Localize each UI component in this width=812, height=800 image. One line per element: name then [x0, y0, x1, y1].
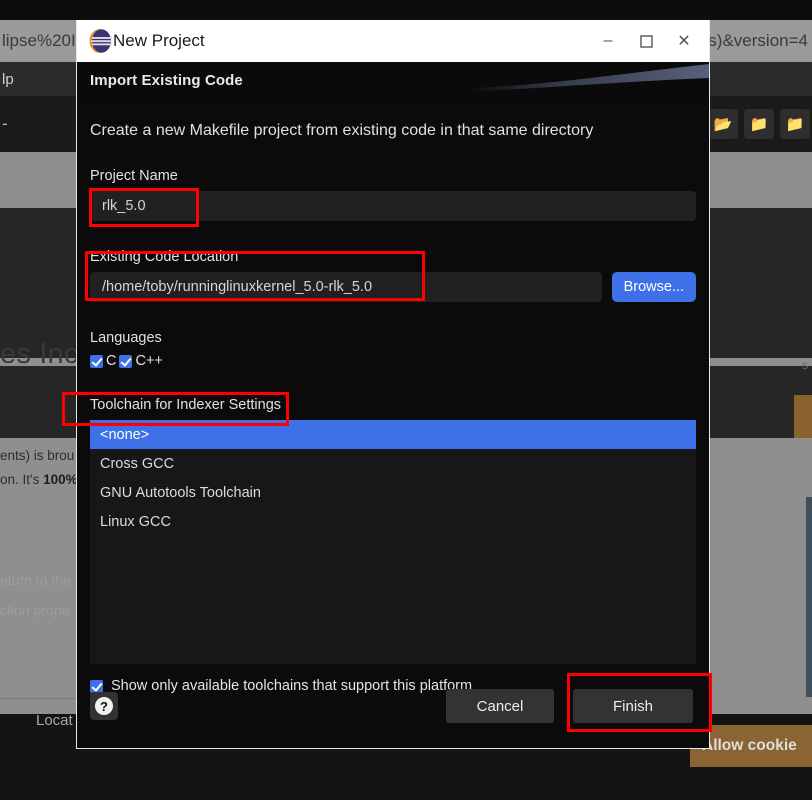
url-bar-text-left: lipse%20ID [2, 31, 88, 50]
eclipse-logo-icon [87, 28, 113, 54]
open-folder-green-icon[interactable]: 📂 [708, 109, 738, 139]
checkbox-c-icon[interactable] [90, 354, 103, 368]
toolchain-item-none[interactable]: <none> [90, 420, 696, 449]
language-option-cpp[interactable]: C++ [119, 353, 163, 369]
new-project-dialog: New Project – ✕ Import Existing Code Cre… [76, 20, 710, 749]
checkbox-cpp-icon[interactable] [119, 354, 133, 368]
maximize-icon[interactable] [627, 20, 665, 62]
toolchain-item-linux-gcc[interactable]: Linux GCC [90, 507, 696, 536]
folder-icon[interactable]: 📁 [780, 109, 810, 139]
page-right-label: s [802, 358, 808, 372]
existing-code-location-row: /home/toby/runninglinuxkernel_5.0-rlk_5.… [90, 272, 696, 302]
page-blue-edge-accent [806, 497, 812, 697]
languages-label: Languages [90, 330, 162, 346]
banner-swoosh-decoration [469, 64, 709, 92]
help-icon: ? [95, 697, 113, 715]
dialog-subtitle: Create a new Makefile project from exist… [90, 122, 594, 139]
status-bar-location-text: Locat [36, 712, 73, 729]
finish-button[interactable]: Finish [573, 689, 693, 723]
screen: lipse%20ID ts)&version=4 lp - 🚗 ▾ 📂 📁 📁 [0, 0, 812, 800]
project-name-label: Project Name [90, 168, 178, 184]
dialog-title-bar[interactable]: New Project – ✕ [77, 20, 709, 62]
existing-code-location-label: Existing Code Location [90, 249, 239, 265]
help-button[interactable]: ? [90, 692, 118, 720]
page-dark-text-line-2: ction prope [0, 602, 70, 618]
page-paragraph-line-2: on. It's 100% [0, 472, 78, 487]
page-paragraph-line-1: ents) is brou [0, 448, 75, 463]
window-controls: – ✕ [589, 20, 703, 62]
page-dark-text-line-1: eturn to the [0, 572, 71, 588]
toolbar-left-text: - [2, 114, 8, 133]
language-cpp-label: C++ [135, 353, 163, 369]
banner-title: Import Existing Code [90, 72, 243, 89]
toolchain-label: Toolchain for Indexer Settings [90, 397, 282, 413]
toolchain-listbox[interactable]: <none> Cross GCC GNU Autotools Toolchain… [90, 420, 696, 664]
page-paragraph-line-2-bold: 100% [43, 472, 78, 487]
minimize-icon[interactable]: – [589, 20, 627, 62]
existing-code-location-input[interactable]: /home/toby/runninglinuxkernel_5.0-rlk_5.… [90, 272, 602, 302]
close-icon[interactable]: ✕ [665, 20, 703, 62]
open-folder-icon[interactable]: 📁 [744, 109, 774, 139]
cancel-button[interactable]: Cancel [446, 689, 554, 723]
language-option-c[interactable]: C [90, 353, 116, 369]
project-name-input[interactable]: rlk_5.0 [90, 191, 696, 221]
toolchain-item-gnu-autotools[interactable]: GNU Autotools Toolchain [90, 478, 696, 507]
menu-bar-help-item[interactable]: lp [0, 71, 14, 88]
languages-row: C C++ [90, 353, 696, 369]
toolchain-item-cross-gcc[interactable]: Cross GCC [90, 449, 696, 478]
dialog-body: Create a new Makefile project from exist… [77, 122, 709, 694]
language-c-label: C [106, 353, 117, 369]
url-bar-text-right: ts)&version=4 [703, 31, 808, 50]
dialog-banner: Import Existing Code [77, 62, 709, 104]
dialog-title: New Project [113, 31, 205, 50]
browse-button[interactable]: Browse... [611, 272, 696, 302]
dialog-footer: ? Cancel Finish [77, 676, 709, 748]
page-orange-accent [794, 395, 812, 438]
page-paragraph-line-2-pre: on. It's [0, 472, 44, 487]
